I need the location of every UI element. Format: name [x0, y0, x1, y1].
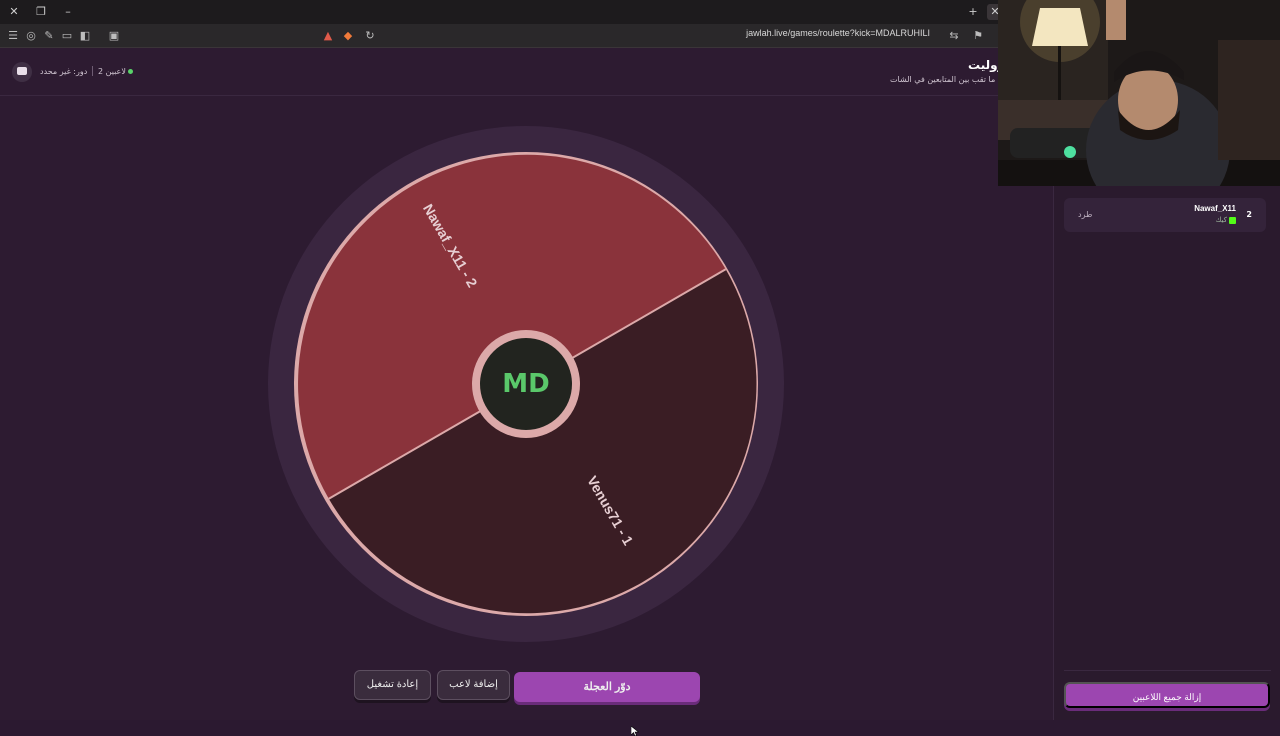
wheel-controls: إعادة تشغيل إضافة لاعب دوّر العجلة: [350, 670, 710, 706]
player-platform-label: كيك: [1215, 216, 1227, 224]
webcam-image: [998, 0, 1280, 186]
webcam-overlay: [998, 0, 1280, 186]
chat-icon[interactable]: [12, 62, 32, 82]
wallet-icon[interactable]: ▭: [59, 28, 75, 44]
shield-icon[interactable]: ◎: [23, 28, 39, 44]
player-name: Nawaf_X11: [1194, 204, 1236, 213]
kick-logo-icon: [1229, 216, 1236, 224]
address-bar[interactable]: ▲ ◆ ↻ jawlah.live/games/roulette?kick=MD…: [320, 27, 970, 45]
bookmark-icon[interactable]: ⚑: [970, 28, 986, 44]
header-divider: [92, 66, 93, 76]
turn-status: دور: غير محدد: [40, 67, 88, 76]
page-header: دور: غير محدد 2 لاعبين روليت ما تقب بين …: [0, 48, 1050, 96]
players-sidebar: 2 Nawaf_X11 كيك طرد إزالة جميع اللاعبين: [1053, 186, 1280, 720]
reload-icon[interactable]: ↻: [362, 28, 378, 44]
center-logo: MD: [502, 369, 549, 399]
mouse-cursor-icon: [631, 726, 639, 736]
wheel-svg: Nawaf_X11 - 2 Venus71 - 1 MD: [268, 126, 784, 642]
restore-window-icon[interactable]: ❐: [33, 4, 49, 20]
add-player-button[interactable]: إضافة لاعب: [437, 670, 510, 700]
extensions-icon[interactable]: ✎: [41, 28, 57, 44]
screenshot-icon[interactable]: ▣: [106, 28, 122, 44]
site-settings-icon[interactable]: ⇆: [946, 28, 962, 44]
new-tab-icon[interactable]: +: [965, 4, 981, 20]
sidebar-icon[interactable]: ◧: [77, 28, 93, 44]
online-indicator-icon: [128, 69, 133, 74]
url-text[interactable]: jawlah.live/games/roulette?kick=MDALRUHI…: [746, 28, 930, 38]
brave-shield-icon[interactable]: ◆: [340, 28, 356, 44]
kick-player-button[interactable]: طرد: [1078, 210, 1092, 219]
players-count: 2 لاعبين: [98, 67, 126, 76]
sidebar-divider: [1064, 670, 1271, 671]
player-platform: كيك: [1216, 216, 1236, 224]
menu-icon[interactable]: ☰: [5, 28, 21, 44]
rewards-icon[interactable]: ▲: [320, 28, 336, 44]
page-subtitle: ما تقب بين المتابعين في الشات: [890, 75, 996, 84]
reset-button[interactable]: إعادة تشغيل: [354, 670, 431, 700]
player-index: 2: [1246, 210, 1252, 219]
minimize-window-icon[interactable]: –: [60, 4, 76, 20]
player-card: 2 Nawaf_X11 كيك طرد: [1064, 198, 1266, 232]
spin-wheel-button[interactable]: دوّر العجلة: [514, 672, 700, 702]
roulette-wheel[interactable]: Nawaf_X11 - 2 Venus71 - 1 MD: [268, 126, 784, 642]
remove-all-players-button[interactable]: إزالة جميع اللاعبين: [1064, 682, 1270, 708]
close-window-icon[interactable]: ✕: [6, 4, 22, 20]
